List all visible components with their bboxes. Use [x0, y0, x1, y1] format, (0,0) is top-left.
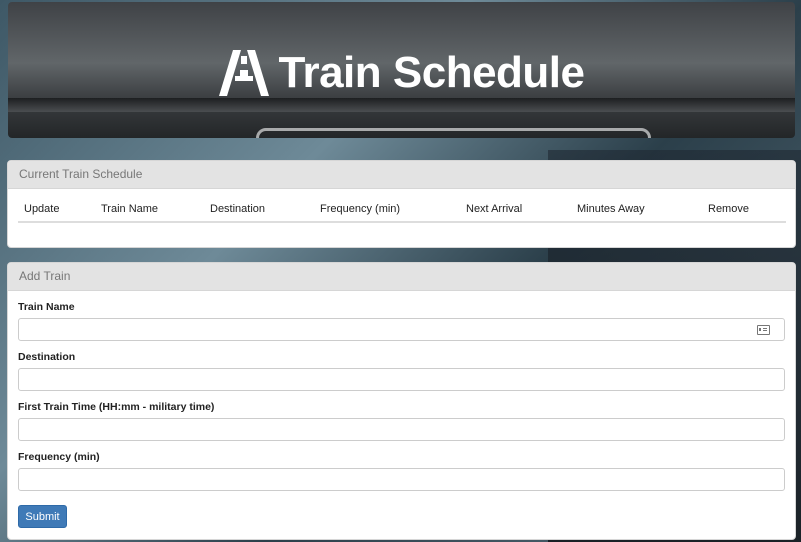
frequency-label: Frequency (min): [18, 451, 100, 463]
add-train-form: Train Name Destination First Train Time …: [18, 301, 786, 501]
column-header-minutes-away: Minutes Away: [571, 199, 702, 223]
train-window-decoration: [256, 128, 651, 138]
add-train-panel: Add Train Train Name Destination First T…: [7, 262, 796, 540]
column-header-frequency: Frequency (min): [314, 199, 460, 223]
destination-input[interactable]: [18, 368, 785, 391]
header-banner: Train Schedule: [8, 2, 795, 138]
frequency-group: Frequency (min): [18, 451, 786, 491]
column-header-update: Update: [18, 199, 95, 223]
column-header-train-name: Train Name: [95, 199, 204, 223]
panel-heading: Current Train Schedule: [8, 161, 795, 189]
train-panel-edge: [8, 98, 795, 112]
column-header-remove: Remove: [702, 199, 786, 223]
column-header-next-arrival: Next Arrival: [460, 199, 571, 223]
current-schedule-panel: Current Train Schedule Update Train Name…: [7, 160, 796, 248]
destination-group: Destination: [18, 351, 786, 391]
highway-road-icon: [218, 50, 269, 96]
column-header-destination: Destination: [204, 199, 314, 223]
destination-label: Destination: [18, 351, 76, 363]
train-name-input[interactable]: [18, 318, 785, 341]
frequency-input[interactable]: [18, 468, 785, 491]
train-name-group: Train Name: [18, 301, 786, 341]
contact-card-icon[interactable]: [757, 325, 770, 335]
first-train-time-group: First Train Time (HH:mm - military time): [18, 401, 786, 441]
schedule-table: Update Train Name Destination Frequency …: [18, 199, 786, 223]
panel-heading: Add Train: [8, 263, 795, 291]
first-train-time-input[interactable]: [18, 418, 785, 441]
submit-button[interactable]: Submit: [18, 505, 67, 528]
page-title-container: Train Schedule: [8, 48, 795, 98]
train-name-label: Train Name: [18, 301, 75, 313]
table-header-row: Update Train Name Destination Frequency …: [18, 199, 786, 223]
first-train-time-label: First Train Time (HH:mm - military time): [18, 401, 215, 413]
page-title: Train Schedule: [278, 48, 585, 97]
